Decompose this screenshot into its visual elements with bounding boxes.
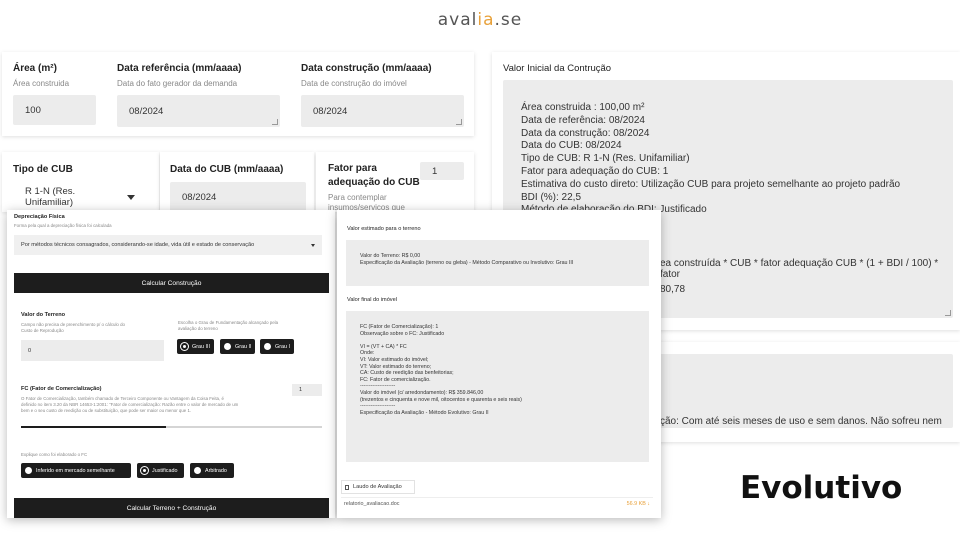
valor-final-title: Valor final do imóvel: [347, 297, 397, 303]
fator-cub-hint-1: Para contemplar: [328, 193, 387, 202]
fc-hint-3: bem e o seu custo de reedição ou de subs…: [21, 408, 192, 413]
valor-inicial-value-partial: 80,78: [660, 284, 686, 295]
area-label: Área (m²): [13, 63, 57, 74]
grau-hint-1: Escolha o Grau de Fundamentação alcançad…: [178, 320, 279, 325]
valor-terreno-input[interactable]: 0: [21, 340, 164, 361]
fator-cub-label-2: adequação do CUB: [328, 177, 420, 188]
tipo-cub-label: Tipo de CUB: [13, 164, 73, 175]
data-construcao-label: Data construção (mm/aaaa): [301, 63, 432, 74]
caption-title: Evolutivo: [740, 470, 903, 506]
data-construcao-hint: Data de construção do imóvel: [301, 79, 407, 88]
fc-inferido-radio[interactable]: Inferido em mercado semelhante: [21, 463, 131, 478]
valor-terreno-label: Valor do Terreno: [21, 312, 66, 318]
depreciacao-hint: Forma pela qual a depreciação física foi…: [14, 223, 112, 228]
fc-hint-1: O Fator de Comercialização, também chama…: [21, 396, 224, 401]
data-cub-input[interactable]: 08/2024: [170, 182, 306, 212]
data-referencia-label: Data referência (mm/aaaa): [117, 63, 242, 74]
valor-terreno-hint-2: Custo de Reprodução: [21, 328, 64, 333]
laudo-file-row[interactable]: relatorio_avaliacao.doc 56.9 KB ↓: [341, 497, 653, 509]
data-construcao-input[interactable]: 08/2024: [301, 95, 464, 127]
calcular-terreno-construcao-button[interactable]: Calcular Terreno + Construção: [14, 498, 329, 518]
fc-method-hint: Explique como foi elaborado o FC: [21, 452, 88, 457]
fc-arbitrado-radio[interactable]: Arbitrado: [190, 463, 234, 478]
valor-inicial-formula-partial: ea construída * CUB * fator adequação CU…: [660, 258, 939, 280]
grau-iii-radio[interactable]: Grau III: [177, 339, 214, 354]
laudo-file-size: 56.9 KB ↓: [626, 500, 650, 507]
document-icon: [345, 484, 349, 490]
chevron-down-icon: [127, 194, 135, 200]
app-logo: avalia.se: [437, 10, 523, 30]
estado-text-partial: ção: Com até seis meses de uso e sem dan…: [660, 416, 942, 427]
laudo-header[interactable]: Laudo de Avaliação: [341, 480, 415, 494]
data-cub-label: Data do CUB (mm/aaaa): [170, 164, 284, 175]
data-referencia-hint: Data do fato gerador da demanda: [117, 79, 238, 88]
grau-ii-radio[interactable]: Grau II: [220, 339, 255, 354]
valor-terreno-hint-1: Campo não precisa de preenchimento p/ o …: [21, 322, 125, 327]
grau-hint-2: avaliação do terreno: [178, 326, 218, 331]
fc-hint-2: definido no item 3.20 da NBR 14653-1:200…: [21, 402, 239, 407]
area-input[interactable]: 100: [13, 95, 96, 125]
fc-justificado-radio[interactable]: Justificado: [137, 463, 184, 478]
valor-inicial-title: Valor Inicial da Contrução: [503, 63, 612, 74]
laudo-file-name: relatorio_avaliacao.doc: [344, 500, 400, 507]
fator-cub-label-1: Fator para: [328, 163, 377, 174]
data-referencia-input[interactable]: 08/2024: [117, 95, 280, 127]
form-overlay-left: Depreciação Física Forma pela qual a dep…: [7, 210, 335, 518]
chevron-down-icon: [311, 243, 315, 247]
download-icon: ↓: [647, 500, 650, 507]
depreciacao-select[interactable]: Por métodos técnicos consagrados, consid…: [14, 235, 322, 255]
calcular-construcao-button[interactable]: Calcular Construção: [14, 273, 329, 293]
grau-i-radio[interactable]: Grau I: [260, 339, 294, 354]
valor-final-textarea[interactable]: FC (Fator de Comercialização): 1 Observa…: [346, 311, 649, 462]
valor-terreno-result-title: Valor estimado para o terreno: [347, 226, 421, 232]
tipo-cub-select[interactable]: R 1-N (Res. Unifamiliar): [13, 182, 147, 212]
depreciacao-label: Depreciação Física: [14, 214, 65, 220]
valor-terreno-result-textarea[interactable]: Valor do Terreno: R$ 0,00 Especificação …: [346, 240, 649, 286]
form-overlay-right: Valor estimado para o terreno Valor do T…: [337, 210, 661, 518]
fc-label: FC (Fator de Comercialização): [21, 386, 102, 392]
fc-input[interactable]: 1: [292, 384, 322, 396]
fator-cub-input[interactable]: 1: [420, 162, 464, 180]
area-hint: Área construida: [13, 79, 70, 88]
fc-slider-fill: [21, 426, 166, 428]
